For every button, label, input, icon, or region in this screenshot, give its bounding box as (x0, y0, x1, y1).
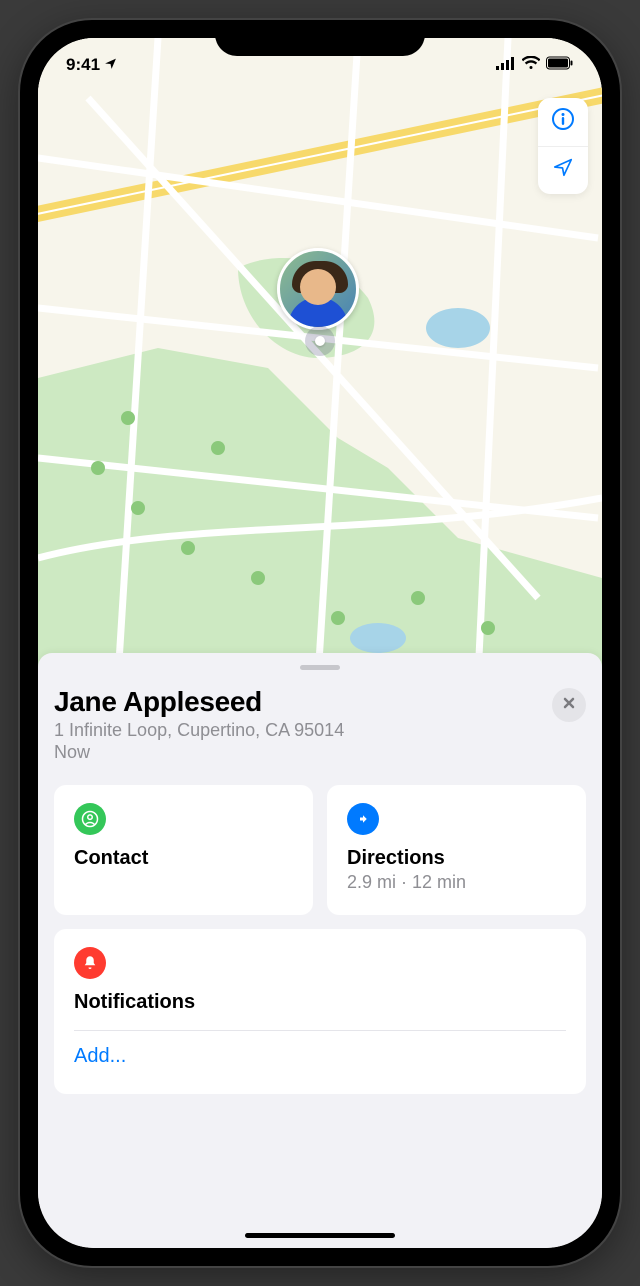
map-controls (538, 98, 588, 194)
phone-frame: 9:41 (20, 20, 620, 1266)
bottom-sheet[interactable]: Jane Appleseed 1 Infinite Loop, Cupertin… (38, 653, 602, 1248)
person-address: 1 Infinite Loop, Cupertino, CA 95014 (54, 720, 586, 741)
directions-subtitle: 2.9 mi · 12 min (347, 872, 566, 893)
bell-icon (74, 947, 106, 979)
map-view[interactable] (38, 38, 602, 678)
location-services-icon (104, 55, 117, 75)
sheet-header: Jane Appleseed 1 Infinite Loop, Cupertin… (54, 686, 586, 763)
close-button[interactable] (552, 688, 586, 722)
notifications-title: Notifications (74, 991, 566, 1031)
contact-card[interactable]: Contact (54, 785, 313, 915)
notifications-card: Notifications Add... (54, 929, 586, 1094)
wifi-icon (522, 55, 540, 75)
directions-card[interactable]: Directions 2.9 mi · 12 min (327, 785, 586, 915)
location-arrow-icon (552, 156, 574, 185)
battery-icon (546, 55, 574, 75)
person-time: Now (54, 742, 586, 763)
person-location-pin[interactable] (277, 248, 363, 356)
grabber-handle[interactable] (300, 665, 340, 670)
action-row: Contact Directions 2.9 mi · 12 min (54, 785, 586, 915)
person-name: Jane Appleseed (54, 686, 586, 718)
phone-screen: 9:41 (38, 38, 602, 1248)
directions-icon (347, 803, 379, 835)
add-notification-button[interactable]: Add... (74, 1031, 566, 1082)
map-tiles (38, 38, 602, 678)
status-time: 9:41 (66, 55, 100, 75)
home-indicator[interactable] (245, 1233, 395, 1238)
locate-me-button[interactable] (538, 146, 588, 194)
notch (215, 20, 425, 56)
directions-title: Directions (347, 847, 566, 870)
signal-bars-icon (496, 55, 516, 75)
contact-title: Contact (74, 847, 293, 870)
pin-dot (305, 326, 335, 356)
contact-icon (74, 803, 106, 835)
info-button[interactable] (538, 98, 588, 146)
close-icon (562, 696, 576, 715)
avatar (277, 248, 359, 330)
info-icon (551, 107, 575, 138)
